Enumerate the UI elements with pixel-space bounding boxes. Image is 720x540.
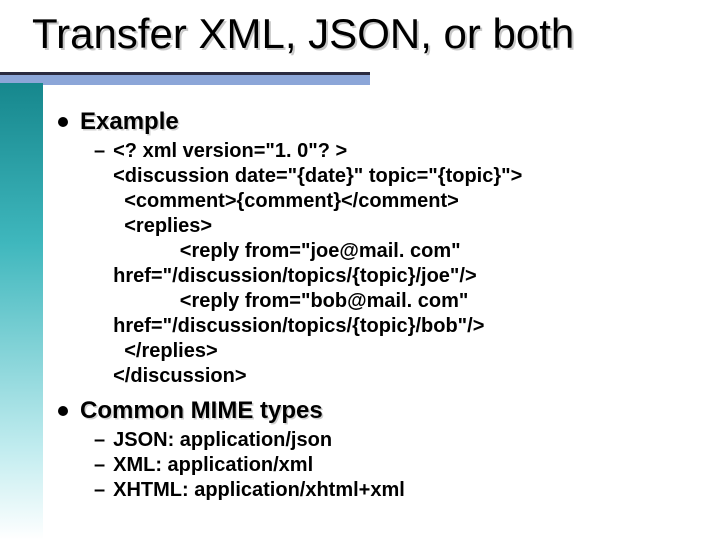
dash-icon: – [94, 478, 105, 503]
mime-xml-text: XML: application/xml [113, 453, 313, 478]
dash-icon: – [94, 453, 105, 478]
example-heading: Example [80, 108, 179, 137]
mime-item-xml: – XML: application/xml [94, 453, 698, 478]
slide-body: Example – <? xml version="1. 0"? > <disc… [58, 108, 698, 503]
mime-item-xhtml: – XHTML: application/xhtml+xml [94, 478, 698, 503]
bullet-dot-icon [58, 406, 68, 416]
mime-json-text: JSON: application/json [113, 428, 332, 453]
mime-item-json: – JSON: application/json [94, 428, 698, 453]
left-accent-bar [0, 83, 43, 540]
slide: Transfer XML, JSON, or both Example – <?… [0, 0, 720, 540]
mime-xhtml-text: XHTML: application/xhtml+xml [113, 478, 405, 503]
example-xml: <? xml version="1. 0"? > <discussion dat… [113, 139, 522, 389]
mime-heading: Common MIME types [80, 397, 323, 426]
bullet-mime: Common MIME types [58, 397, 698, 426]
title-rule-thick [0, 75, 370, 85]
bullet-dot-icon [58, 117, 68, 127]
dash-icon: – [94, 428, 105, 453]
bullet-example: Example [58, 108, 698, 137]
dash-icon: – [94, 139, 105, 164]
slide-title: Transfer XML, JSON, or both [32, 10, 574, 58]
example-code-block: – <? xml version="1. 0"? > <discussion d… [94, 139, 698, 389]
